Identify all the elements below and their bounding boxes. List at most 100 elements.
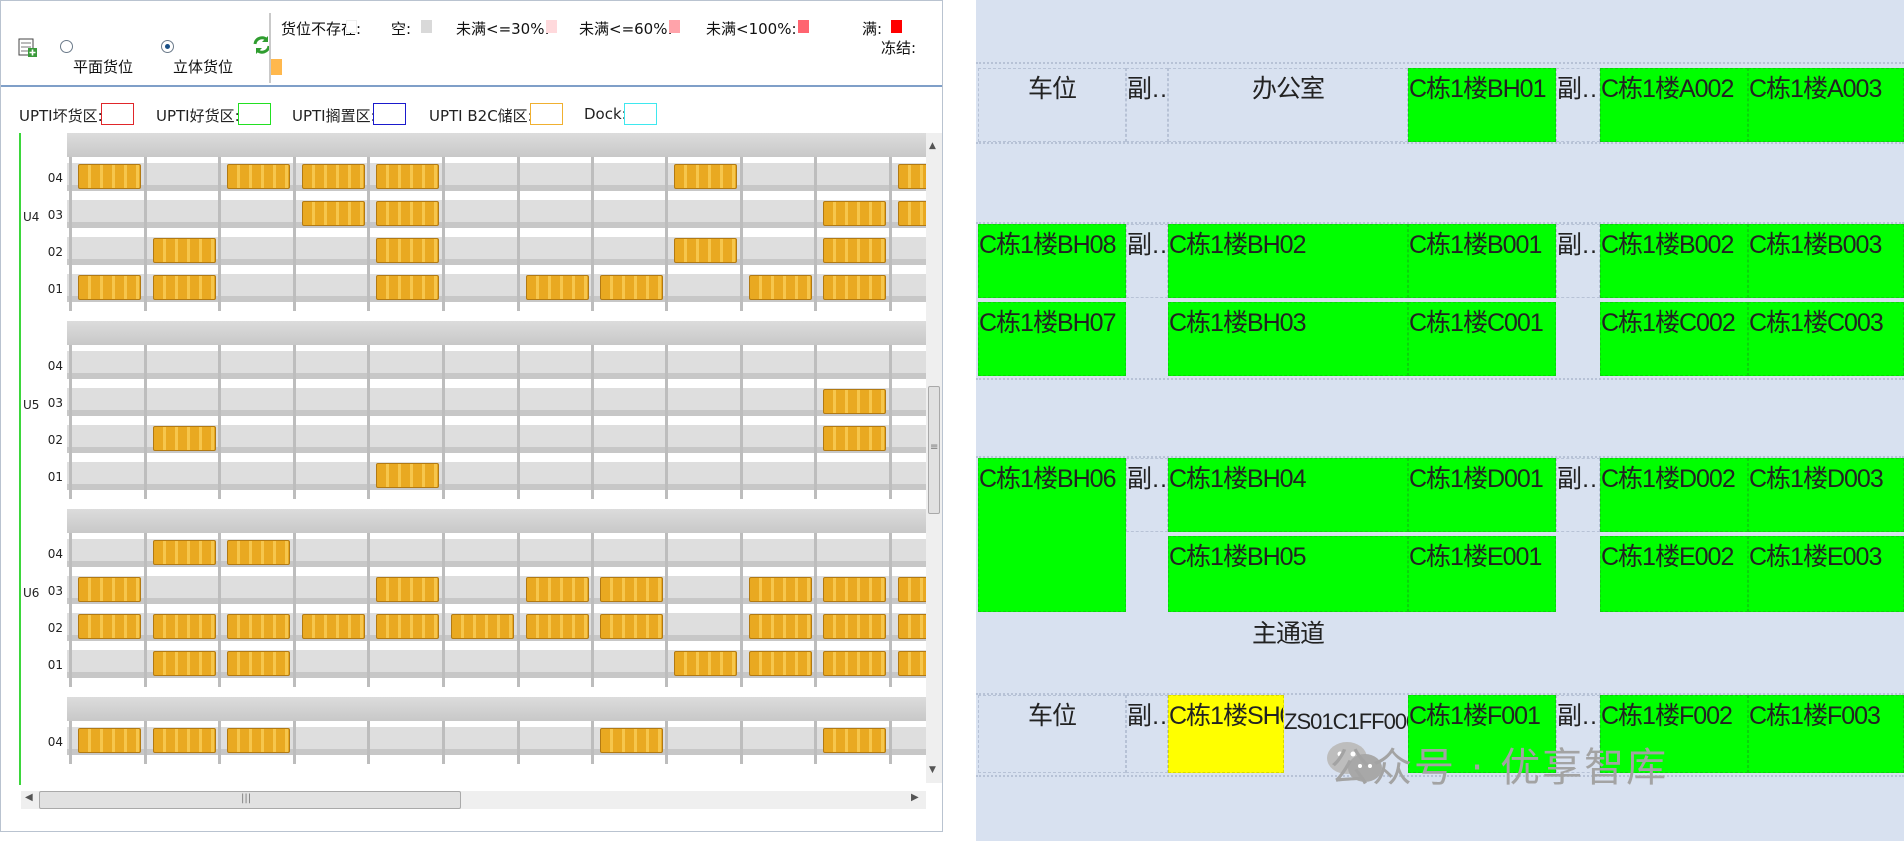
pallet-goods[interactable] xyxy=(526,577,589,602)
grid-view-icon[interactable] xyxy=(17,35,39,59)
radio-flat-location[interactable] xyxy=(60,40,73,53)
pallet-goods[interactable] xyxy=(823,614,886,639)
location-cell[interactable]: C栋1楼BH05 xyxy=(1168,536,1408,612)
row-separator xyxy=(976,62,1904,64)
pallet-goods[interactable] xyxy=(153,651,216,676)
location-cell[interactable]: C栋1楼E003 xyxy=(1748,536,1904,612)
pallet-goods[interactable] xyxy=(749,614,812,639)
pallet-goods[interactable] xyxy=(749,577,812,602)
pallet-goods[interactable] xyxy=(376,614,439,639)
location-cell[interactable]: C栋1楼F003 xyxy=(1748,695,1904,773)
location-cell[interactable]: C栋1楼D003 xyxy=(1748,458,1904,532)
pallet-goods[interactable] xyxy=(898,164,926,189)
location-cell[interactable]: 办公室 xyxy=(1168,68,1408,142)
location-cell[interactable]: 副… xyxy=(1556,224,1600,298)
pallet-goods[interactable] xyxy=(376,201,439,226)
location-cell[interactable]: C栋1楼BH02 xyxy=(1168,224,1408,298)
pallet-goods[interactable] xyxy=(78,728,141,753)
pallet-goods[interactable] xyxy=(898,577,926,602)
location-cell[interactable]: C栋1楼B003 xyxy=(1748,224,1904,298)
pallet-goods[interactable] xyxy=(749,275,812,300)
location-cell[interactable]: 副… xyxy=(1126,68,1168,142)
rack-post xyxy=(442,157,445,311)
pallet-goods[interactable] xyxy=(302,614,365,639)
pallet-goods[interactable] xyxy=(600,614,663,639)
pallet-goods[interactable] xyxy=(898,651,926,676)
pallet-goods[interactable] xyxy=(749,651,812,676)
location-cell[interactable]: 副… xyxy=(1556,458,1600,532)
scroll-right-arrow-icon[interactable]: ▶ xyxy=(911,792,919,803)
pallet-goods[interactable] xyxy=(823,238,886,263)
pallet-goods[interactable] xyxy=(600,275,663,300)
pallet-goods[interactable] xyxy=(153,275,216,300)
pallet-goods[interactable] xyxy=(823,651,886,676)
pallet-goods[interactable] xyxy=(600,728,663,753)
pallet-goods[interactable] xyxy=(898,201,926,226)
location-cell[interactable]: 车位 xyxy=(978,68,1126,142)
location-cell[interactable]: C栋1楼C002 xyxy=(1600,302,1748,376)
location-cell[interactable]: 副… xyxy=(1126,458,1168,532)
pallet-goods[interactable] xyxy=(78,577,141,602)
location-cell[interactable]: C栋1楼BH03 xyxy=(1168,302,1408,376)
pallet-goods[interactable] xyxy=(376,164,439,189)
pallet-goods[interactable] xyxy=(227,651,290,676)
pallet-goods[interactable] xyxy=(823,728,886,753)
pallet-goods[interactable] xyxy=(227,540,290,565)
pallet-goods[interactable] xyxy=(227,728,290,753)
pallet-goods[interactable] xyxy=(600,577,663,602)
location-cell[interactable]: C栋1楼E002 xyxy=(1600,536,1748,612)
location-cell[interactable]: C栋1楼B002 xyxy=(1600,224,1748,298)
pallet-goods[interactable] xyxy=(376,275,439,300)
scroll-left-arrow-icon[interactable]: ◀ xyxy=(25,792,33,803)
pallet-goods[interactable] xyxy=(153,728,216,753)
location-cell[interactable]: C栋1楼BH06 xyxy=(978,458,1126,612)
pallet-goods[interactable] xyxy=(674,651,737,676)
pallet-goods[interactable] xyxy=(674,238,737,263)
location-cell[interactable]: 副… xyxy=(1126,224,1168,298)
pallet-goods[interactable] xyxy=(674,164,737,189)
pallet-goods[interactable] xyxy=(78,275,141,300)
pallet-goods[interactable] xyxy=(823,201,886,226)
pallet-goods[interactable] xyxy=(823,275,886,300)
location-cell[interactable]: 副… xyxy=(1126,695,1168,773)
location-cell-highlighted[interactable]: C栋1楼SH01 xyxy=(1168,695,1284,773)
pallet-goods[interactable] xyxy=(153,540,216,565)
pallet-goods[interactable] xyxy=(78,614,141,639)
pallet-goods[interactable] xyxy=(376,238,439,263)
pallet-goods[interactable] xyxy=(302,201,365,226)
pallet-goods[interactable] xyxy=(898,614,926,639)
scroll-down-arrow-icon[interactable]: ▼ xyxy=(929,765,936,775)
location-cell[interactable]: 车位 xyxy=(978,695,1126,773)
legend-swatch xyxy=(891,20,902,33)
location-cell[interactable]: C栋1楼A003 xyxy=(1748,68,1904,142)
location-cell[interactable]: C栋1楼C001 xyxy=(1408,302,1556,376)
pallet-goods[interactable] xyxy=(376,463,439,488)
pallet-goods[interactable] xyxy=(153,238,216,263)
location-cell[interactable]: C栋1楼BH08 xyxy=(978,224,1126,298)
pallet-goods[interactable] xyxy=(227,164,290,189)
pallet-goods[interactable] xyxy=(153,426,216,451)
location-cell[interactable]: C栋1楼A002 xyxy=(1600,68,1748,142)
pallet-goods[interactable] xyxy=(451,614,514,639)
pallet-goods[interactable] xyxy=(227,614,290,639)
location-cell[interactable]: C栋1楼C003 xyxy=(1748,302,1904,376)
scroll-up-arrow-icon[interactable]: ▲ xyxy=(929,141,936,151)
pallet-goods[interactable] xyxy=(526,275,589,300)
pallet-goods[interactable] xyxy=(153,614,216,639)
location-cell[interactable]: 副… xyxy=(1556,68,1600,142)
pallet-goods[interactable] xyxy=(526,614,589,639)
pallet-goods[interactable] xyxy=(823,577,886,602)
pallet-goods[interactable] xyxy=(823,389,886,414)
location-cell[interactable]: C栋1楼D001 xyxy=(1408,458,1556,532)
pallet-goods[interactable] xyxy=(78,164,141,189)
location-cell[interactable]: C栋1楼BH07 xyxy=(978,302,1126,376)
pallet-goods[interactable] xyxy=(302,164,365,189)
pallet-goods[interactable] xyxy=(376,577,439,602)
location-cell[interactable]: C栋1楼BH04 xyxy=(1168,458,1408,532)
location-cell[interactable]: C栋1楼B001 xyxy=(1408,224,1556,298)
location-cell[interactable]: C栋1楼D002 xyxy=(1600,458,1748,532)
radio-3d-location[interactable] xyxy=(161,40,174,53)
pallet-goods[interactable] xyxy=(823,426,886,451)
location-cell[interactable]: C栋1楼E001 xyxy=(1408,536,1556,612)
location-cell[interactable]: C栋1楼BH01 xyxy=(1408,68,1556,142)
